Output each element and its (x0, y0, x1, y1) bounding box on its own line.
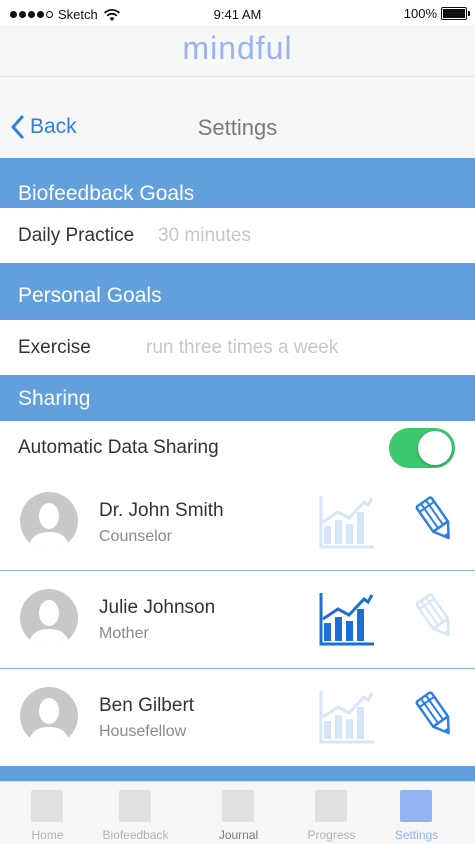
battery-icon (441, 7, 470, 20)
tab-label: Home (31, 828, 64, 842)
app-header: mindful (0, 25, 475, 77)
toggle-knob (418, 431, 452, 465)
section-label: Biofeedback Goals (18, 182, 195, 205)
bar-chart-icon (319, 593, 374, 646)
tab-label: Journal (218, 828, 259, 842)
contact-row[interactable]: Julie Johnson Mother (0, 571, 475, 667)
avatar (20, 589, 78, 647)
auto-sharing-label: Automatic Data Sharing (18, 437, 219, 458)
contact-name: Ben Gilbert (99, 695, 195, 716)
status-right: 100% (403, 6, 470, 21)
contact-row[interactable]: Ben Gilbert Housefellow (0, 669, 475, 765)
person-icon (28, 503, 70, 550)
edit-button[interactable] (412, 494, 460, 546)
progress-icon (315, 790, 347, 822)
section-label: Personal Goals (18, 284, 162, 307)
auto-sharing-toggle[interactable] (389, 428, 455, 468)
daily-practice-row[interactable]: Daily Practice 30 minutes (0, 208, 475, 263)
home-icon (31, 790, 63, 822)
chart-button[interactable] (318, 687, 376, 745)
battery-percent: 100% (403, 6, 437, 21)
person-icon (28, 600, 70, 647)
bar-chart-icon (319, 691, 374, 744)
tab-label: Settings (394, 828, 439, 842)
bar-chart-icon (319, 496, 374, 549)
tab-label: Biofeedback (102, 828, 169, 842)
section-label: Sharing (18, 387, 91, 410)
tab-journal[interactable]: Journal (191, 782, 286, 844)
edit-button[interactable] (412, 689, 460, 741)
section-personal-goals: Personal Goals (0, 263, 475, 320)
avatar (20, 687, 78, 745)
contact-role: Counselor (99, 528, 172, 545)
nav-bar: Back Settings (0, 77, 475, 158)
pencil-icon (415, 496, 450, 540)
pencil-icon (415, 691, 450, 735)
daily-practice-label: Daily Practice (18, 225, 135, 246)
tab-progress[interactable]: Progress (284, 782, 379, 844)
exercise-value[interactable]: run three times a week (146, 337, 338, 359)
contact-name: Julie Johnson (99, 597, 216, 618)
chart-button[interactable] (318, 589, 376, 647)
tab-bar: Home Biofeedback Journal Progress Settin… (0, 781, 475, 844)
contact-role: Mother (99, 625, 149, 642)
contact-role: Housefellow (99, 723, 187, 740)
biofeedback-icon (119, 790, 151, 822)
exercise-row[interactable]: Exercise run three times a week (0, 320, 475, 375)
tab-home[interactable]: Home (0, 782, 95, 844)
chart-button[interactable] (318, 492, 376, 550)
tab-settings[interactable]: Settings (369, 782, 464, 844)
app-title: mindful (182, 30, 293, 66)
daily-practice-value[interactable]: 30 minutes (158, 225, 251, 247)
exercise-label: Exercise (18, 337, 91, 358)
contact-row[interactable]: Dr. John Smith Counselor (0, 474, 475, 570)
person-icon (28, 698, 70, 745)
tab-label: Progress (307, 828, 356, 842)
tab-biofeedback[interactable]: Biofeedback (88, 782, 183, 844)
settings-icon (400, 790, 432, 822)
pencil-icon (415, 593, 450, 637)
edit-button[interactable] (412, 591, 460, 643)
section-biofeedback-goals: Biofeedback Goals (0, 158, 475, 208)
contact-name: Dr. John Smith (99, 500, 224, 521)
page-title: Settings (197, 115, 278, 140)
journal-icon (222, 790, 254, 822)
avatar (20, 492, 78, 550)
section-sharing: Sharing (0, 375, 475, 421)
